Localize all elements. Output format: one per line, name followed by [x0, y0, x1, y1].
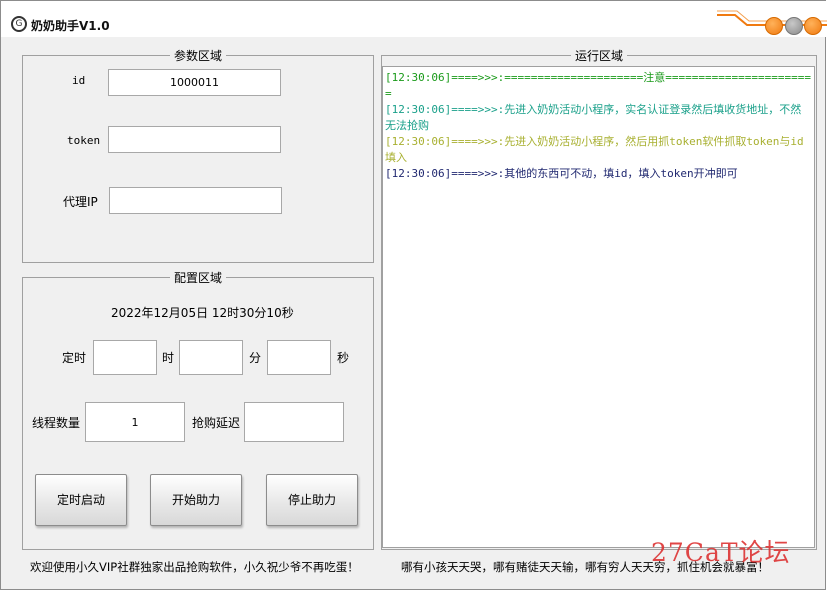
id-input[interactable] [108, 69, 281, 96]
log-output[interactable]: [12:30:06]====>>>:=====================注… [382, 66, 815, 548]
timer-minute-input[interactable] [179, 340, 243, 375]
watermark-logo: 27CaT论坛 [651, 538, 791, 567]
minute-unit-label: 分 [249, 351, 262, 365]
log-line: [12:30:06]====>>>:=====================注… [385, 71, 811, 100]
window-title: 奶奶助手V1.0 [31, 19, 110, 33]
title-bar[interactable]: G 奶奶助手V1.0 [1, 1, 827, 37]
start-assist-button[interactable]: 开始助力 [150, 474, 242, 526]
current-datetime: 2022年12月05日 12时30分10秒 [111, 306, 294, 320]
proxy-ip-input[interactable] [109, 187, 282, 214]
proxy-ip-label: 代理IP [63, 195, 98, 209]
footer-welcome-text: 欢迎使用小久VIP社群独家出品抢购软件，小久祝少爷不再吃蛋！ [30, 560, 359, 574]
id-label: id [72, 74, 86, 87]
purchase-delay-input[interactable] [244, 402, 344, 442]
timer-second-input[interactable] [267, 340, 331, 375]
log-line: [12:30:06]====>>>:先进入奶奶活动小程序，然后用抓token软件… [385, 135, 804, 164]
config-group-title: 配置区域 [169, 271, 226, 285]
timer-hour-input[interactable] [93, 340, 157, 375]
second-unit-label: 秒 [337, 351, 350, 365]
app-window: G 奶奶助手V1.0 参数区域 id token 代理IP 配置区域 2022年… [0, 0, 827, 590]
purchase-delay-label: 抢购延迟 [192, 416, 241, 430]
log-line: [12:30:06]====>>>:其他的东西可不动，填id，填入token开冲… [385, 167, 738, 180]
close-button[interactable] [804, 17, 822, 35]
minimize-button[interactable] [765, 17, 783, 35]
timer-start-button[interactable]: 定时启动 [35, 474, 127, 526]
maximize-button[interactable] [785, 17, 803, 35]
thread-count-input[interactable] [85, 402, 185, 442]
app-icon: G [11, 16, 27, 32]
params-group-title: 参数区域 [169, 49, 226, 63]
run-group-title: 运行区域 [570, 49, 627, 63]
thread-count-label: 线程数量 [32, 416, 81, 430]
timer-label: 定时 [62, 351, 87, 365]
token-input[interactable] [108, 126, 281, 153]
hour-unit-label: 时 [162, 351, 175, 365]
stop-assist-button[interactable]: 停止助力 [266, 474, 358, 526]
log-line: [12:30:06]====>>>:先进入奶奶活动小程序，实名认证登录然后填收货… [385, 103, 802, 132]
token-label: token [67, 134, 101, 147]
